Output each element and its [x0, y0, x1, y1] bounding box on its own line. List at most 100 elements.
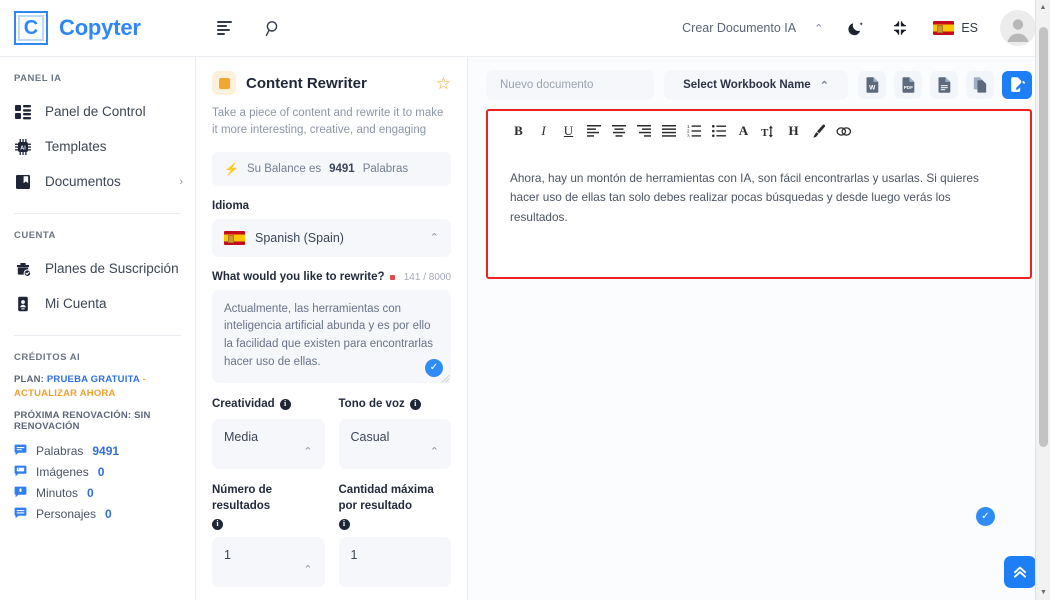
workbook-select[interactable]: Select Workbook Name ⌃: [664, 70, 848, 100]
font-size-button[interactable]: T: [756, 120, 781, 142]
moon-dark-mode-icon[interactable]: [845, 17, 867, 39]
sidebar-section-panel: PANEL IA: [14, 73, 62, 84]
language-switcher[interactable]: ES: [933, 21, 978, 35]
avatar[interactable]: [1000, 10, 1036, 46]
heading-button[interactable]: H: [781, 120, 806, 142]
credit-value: 0: [87, 485, 94, 500]
svg-text:T: T: [761, 127, 769, 138]
search-icon[interactable]: [262, 17, 284, 39]
align-center-button[interactable]: [606, 120, 631, 142]
creativity-label-row: Creatividad i: [212, 397, 325, 413]
collapse-fullscreen-icon[interactable]: [889, 17, 911, 39]
save-document-button[interactable]: [1002, 71, 1032, 99]
info-icon[interactable]: i: [279, 399, 291, 410]
creativity-label: Creatividad: [212, 397, 275, 410]
align-right-button[interactable]: [631, 120, 656, 142]
tone-field: Tono de voz i Casual ⌃: [338, 397, 451, 470]
resize-handle[interactable]: [441, 374, 450, 383]
creativity-select[interactable]: Media ⌃: [212, 419, 325, 470]
sidebar-item-panel-de-control[interactable]: Panel de Control: [0, 94, 195, 129]
italic-button[interactable]: I: [531, 120, 556, 142]
align-left-button[interactable]: [581, 120, 606, 142]
tone-value: Casual: [350, 430, 390, 445]
copy-document-button[interactable]: [966, 71, 994, 99]
creativity-field: Creatividad i Media ⌃: [212, 397, 325, 470]
create-document-dropdown[interactable]: Crear Documento IA ⌃: [682, 21, 823, 35]
sidebar-item-planes-de-suscripcion[interactable]: Planes de Suscripción: [0, 251, 195, 286]
max-per-result-field: Cantidad máxima por resultado i 1: [338, 483, 452, 588]
chat-bubble-character-icon: [14, 507, 27, 520]
ordered-list-button[interactable]: 123: [681, 120, 706, 142]
brand-logo[interactable]: C Copyter: [0, 11, 196, 45]
tone-select[interactable]: Casual ⌃: [338, 419, 451, 470]
link-icon[interactable]: [831, 120, 856, 142]
export-buttons-group: W PDF: [858, 71, 1032, 99]
document-bookmark-icon: [14, 173, 31, 190]
export-pdf-button[interactable]: PDF: [894, 71, 922, 99]
scrollbar-up-arrow[interactable]: ▲: [1036, 0, 1050, 15]
create-document-label: Crear Documento IA: [682, 21, 797, 35]
tone-label: Tono de voz: [338, 397, 405, 410]
balance-value: 9491: [329, 162, 355, 175]
rewrite-label: What would you like to rewrite?: [212, 270, 385, 283]
svg-text:PDF: PDF: [903, 85, 912, 90]
sidebar-section-account: CUENTA: [14, 230, 56, 241]
credit-label: Palabras: [36, 443, 84, 458]
upgrade-link[interactable]: ACTUALIZAR AHORA: [14, 388, 116, 399]
language-select[interactable]: Spanish (Spain) ⌃: [212, 218, 451, 257]
dashboard-grid-icon: [14, 103, 31, 120]
max-per-result-label-row: Cantidad máxima por resultado i: [338, 483, 452, 531]
menu-lines-icon[interactable]: [214, 17, 236, 39]
credit-label: Personajes: [36, 506, 97, 521]
credits-block: PLAN: PRUEBA GRATUITA - ACTUALIZAR AHORA…: [0, 373, 195, 521]
sidebar-item-templates[interactable]: AI Templates: [0, 129, 195, 164]
num-results-label-row: Número de resultados i: [212, 483, 325, 531]
brush-icon[interactable]: [806, 120, 831, 142]
max-per-result-input[interactable]: 1: [338, 537, 451, 588]
export-text-button[interactable]: [930, 71, 958, 99]
scrollbar-thumb[interactable]: [1039, 27, 1048, 447]
rich-text-toolbar: B I U 123 A T H: [488, 111, 1030, 143]
info-icon[interactable]: i: [409, 399, 421, 410]
font-color-button[interactable]: A: [731, 120, 756, 142]
app-root: C Copyter Crear Documento IA ⌃ ES PANEL …: [0, 0, 1050, 600]
bullet-list-button[interactable]: [706, 120, 731, 142]
plan-key: PLAN:: [14, 374, 45, 385]
body-row: PANEL IA Panel de Control AI Templates D…: [0, 57, 1050, 600]
export-word-button[interactable]: W: [858, 71, 886, 99]
sidebar-item-label: Panel de Control: [45, 104, 146, 119]
credit-label: Minutos: [36, 485, 79, 500]
sidebar-divider-2: [14, 335, 181, 336]
underline-button[interactable]: U: [556, 120, 581, 142]
creativity-value: Media: [224, 430, 259, 445]
workbook-label: Select Workbook Name: [683, 79, 811, 91]
bold-button[interactable]: B: [506, 120, 531, 142]
sidebar-item-mi-cuenta[interactable]: Mi Cuenta: [0, 286, 195, 321]
rewrite-textarea[interactable]: Actualmente, las herramientas con inteli…: [212, 289, 451, 383]
editor-content[interactable]: Ahora, hay un montón de herramientas con…: [488, 143, 1030, 227]
scroll-to-top-button[interactable]: [1004, 556, 1036, 588]
svg-text:W: W: [869, 84, 876, 91]
chevron-up-icon: ⌃: [303, 446, 313, 459]
plan-separator: -: [142, 374, 146, 385]
template-header: Content Rewriter ☆: [212, 71, 451, 95]
check-circle-icon[interactable]: ✓: [976, 507, 995, 526]
num-results-select[interactable]: 1 ⌃: [212, 537, 325, 588]
info-icon[interactable]: i: [212, 519, 223, 531]
num-results-value: 1: [224, 548, 231, 563]
logo-icon: C: [14, 11, 48, 45]
sidebar-item-documentos[interactable]: Documentos ›: [0, 164, 195, 199]
chevron-up-icon: ⌃: [814, 22, 824, 35]
plan-line: PLAN: PRUEBA GRATUITA - ACTUALIZAR AHORA: [14, 373, 181, 401]
bolt-icon: ⚡: [224, 161, 239, 176]
align-justify-button[interactable]: [656, 120, 681, 142]
svg-text:3: 3: [687, 133, 690, 137]
scrollbar-down-arrow[interactable]: ▼: [1036, 585, 1050, 600]
sidebar-item-label: Planes de Suscripción: [45, 261, 179, 276]
star-icon[interactable]: ☆: [436, 75, 451, 92]
language-select-value: Spanish (Spain): [255, 230, 344, 245]
document-name-input[interactable]: Nuevo documento: [486, 70, 654, 100]
num-results-label: Número de resultados: [212, 484, 273, 512]
info-icon[interactable]: i: [338, 519, 350, 531]
browser-scrollbar[interactable]: ▲ ▼: [1035, 0, 1050, 600]
